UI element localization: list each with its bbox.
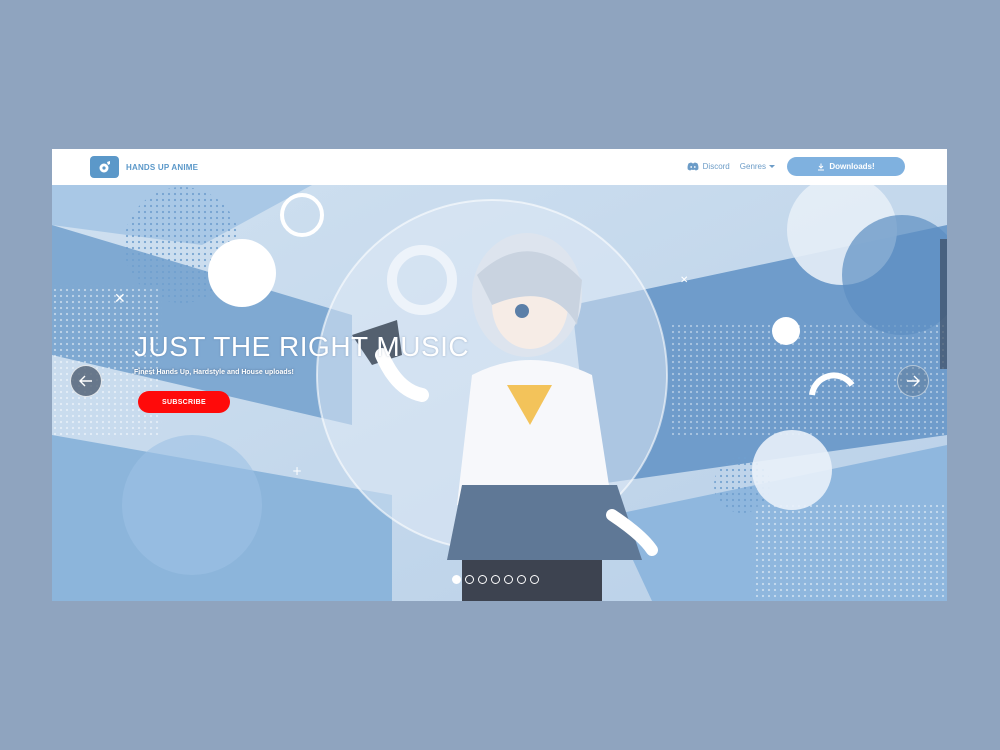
hero-subtitle: Finest Hands Up, Hardstyle and House upl… [134,369,294,376]
svg-text:+: + [292,464,302,478]
carousel-prev-button[interactable] [70,365,102,397]
discord-label: Discord [702,162,730,171]
arrow-left-icon [79,375,92,387]
brand[interactable]: HANDS UP ANIME [90,156,198,178]
carousel-indicator-dot[interactable] [530,575,539,584]
chevron-down-icon [769,165,775,168]
arrow-right-icon [907,375,920,387]
nav-right: Discord Genres Downloads! [687,157,905,176]
hero-carousel: ✕ + ✕ JUST THE RIGHT MUSIC Finest Hands … [52,185,947,601]
carousel-indicator-dot[interactable] [478,575,487,584]
brand-name: HANDS UP ANIME [126,162,199,172]
browser-viewport: HANDS UP ANIME Discord Genres Downloads! [52,149,947,601]
genres-dropdown[interactable]: Genres [740,162,775,171]
music-note-icon [90,156,119,178]
carousel-indicator-dot[interactable] [517,575,526,584]
scroll-indicator [940,239,947,369]
carousel-indicator-dot[interactable] [504,575,513,584]
navbar: HANDS UP ANIME Discord Genres Downloads! [52,149,947,185]
carousel-indicator-dot[interactable] [491,575,500,584]
discord-icon [687,162,699,171]
discord-link[interactable]: Discord [687,162,730,171]
subscribe-button[interactable]: SUBSCRIBE [138,391,230,413]
hero-title: JUST THE RIGHT MUSIC [134,331,470,362]
carousel-indicators [452,575,543,584]
downloads-label: Downloads! [829,162,875,171]
carousel-next-button[interactable] [897,365,929,397]
carousel-indicator-dot[interactable] [465,575,474,584]
download-icon [818,163,825,170]
svg-text:✕: ✕ [114,291,126,307]
svg-text:✕: ✕ [680,275,688,286]
carousel-indicator-dot[interactable] [452,575,461,584]
genres-label: Genres [739,162,766,171]
downloads-button[interactable]: Downloads! [787,157,905,176]
